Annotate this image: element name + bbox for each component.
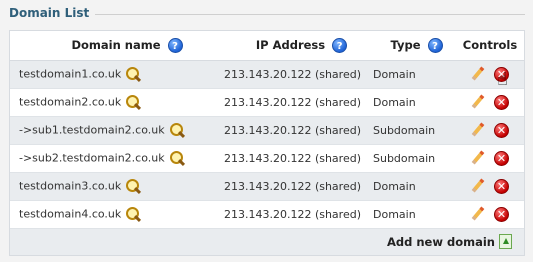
- domain-list-box: Domain name? IP Address? Type? Controls …: [9, 30, 525, 256]
- type-cell: Domain: [365, 172, 446, 201]
- controls-cell: ✕: [446, 116, 524, 145]
- column-label-controls: Controls: [462, 38, 518, 53]
- domain-name: testdomain3.co.uk: [19, 179, 122, 192]
- magnifier-icon[interactable]: [126, 94, 141, 110]
- delete-icon[interactable]: ✕: [494, 206, 509, 222]
- domain-table: Domain name? IP Address? Type? Controls …: [10, 31, 524, 229]
- edit-pencil-icon[interactable]: [470, 94, 486, 110]
- column-label-type: Type: [390, 37, 421, 52]
- controls-cell: ✕: [446, 88, 524, 117]
- column-header-type: Type?: [365, 31, 446, 61]
- delete-icon[interactable]: ✕: [494, 150, 509, 166]
- ip-cell: 213.143.20.122 (shared): [200, 200, 365, 229]
- help-icon[interactable]: ?: [167, 37, 183, 53]
- domain-name: ->sub1.testdomain2.co.uk: [19, 123, 165, 136]
- domain-cell: testdomain1.co.uk: [10, 60, 200, 89]
- domain-list-panel: Domain List Domain name? IP Address? Typ…: [0, 0, 533, 262]
- domain-cell: testdomain4.co.uk: [10, 200, 200, 229]
- table-row: testdomain4.co.uk 213.143.20.122 (shared…: [10, 200, 524, 229]
- table-row: ->sub1.testdomain2.co.uk 213.143.20.122 …: [10, 116, 524, 145]
- delete-icon[interactable]: ✕: [494, 94, 509, 110]
- magnifier-icon[interactable]: [126, 178, 141, 194]
- domain-cell: testdomain3.co.uk: [10, 172, 200, 201]
- type-cell: Domain: [365, 60, 446, 89]
- domain-name: testdomain4.co.uk: [19, 207, 122, 220]
- title-divider: [90, 14, 525, 15]
- controls-cell: ✕: [446, 172, 524, 201]
- table-row: ->sub2.testdomain2.co.uk 213.143.20.122 …: [10, 144, 524, 173]
- edit-pencil-icon[interactable]: [470, 66, 486, 82]
- controls-cell: ✕: [446, 60, 524, 89]
- ip-cell: 213.143.20.122 (shared): [200, 60, 365, 89]
- edit-pencil-icon[interactable]: [470, 150, 486, 166]
- magnifier-icon[interactable]: [169, 122, 185, 138]
- type-cell: Subdomain: [365, 116, 446, 145]
- edit-pencil-icon[interactable]: [470, 122, 486, 138]
- add-domain-label[interactable]: Add new domain: [387, 235, 495, 249]
- column-header-domain: Domain name?: [10, 31, 200, 61]
- column-label-domain: Domain name: [71, 37, 161, 52]
- panel-title: Domain List: [9, 6, 96, 20]
- controls-cell: ✕: [446, 144, 524, 173]
- edit-pencil-icon[interactable]: [470, 206, 486, 222]
- domain-name: ->sub2.testdomain2.co.uk: [19, 151, 165, 164]
- table-row: testdomain2.co.uk 213.143.20.122 (shared…: [10, 88, 524, 117]
- add-domain-icon[interactable]: [499, 234, 512, 249]
- table-row: testdomain3.co.uk 213.143.20.122 (shared…: [10, 172, 524, 201]
- table-row: testdomain1.co.uk 213.143.20.122 (shared…: [10, 60, 524, 89]
- column-label-ip: IP Address: [255, 37, 326, 52]
- hand-cursor-icon: ☝: [497, 69, 508, 90]
- domain-name: testdomain1.co.uk: [19, 67, 122, 80]
- domain-cell: ->sub1.testdomain2.co.uk: [10, 116, 200, 145]
- help-icon[interactable]: ?: [427, 37, 443, 53]
- column-header-controls: Controls: [446, 31, 524, 61]
- delete-icon[interactable]: ✕: [494, 122, 509, 138]
- add-domain-link[interactable]: Add new domain: [387, 234, 512, 249]
- domain-cell: testdomain2.co.uk: [10, 88, 200, 117]
- edit-pencil-icon[interactable]: [470, 178, 486, 194]
- ip-cell: 213.143.20.122 (shared): [200, 88, 365, 117]
- delete-icon[interactable]: ✕: [494, 178, 509, 194]
- ip-cell: 213.143.20.122 (shared): [200, 172, 365, 201]
- magnifier-icon[interactable]: [126, 66, 141, 82]
- type-cell: Domain: [365, 200, 446, 229]
- domain-name: testdomain2.co.uk: [19, 95, 122, 108]
- help-icon[interactable]: ?: [332, 37, 348, 53]
- domain-cell: ->sub2.testdomain2.co.uk: [10, 144, 200, 173]
- ip-cell: 213.143.20.122 (shared): [200, 116, 365, 145]
- table-header-row: Domain name? IP Address? Type? Controls: [10, 31, 524, 61]
- ip-cell: 213.143.20.122 (shared): [200, 144, 365, 173]
- column-header-ip: IP Address?: [200, 31, 365, 61]
- magnifier-icon[interactable]: [126, 206, 141, 222]
- magnifier-icon[interactable]: [169, 150, 185, 166]
- controls-cell: ✕: [446, 200, 524, 229]
- type-cell: Domain: [365, 88, 446, 117]
- type-cell: Subdomain: [365, 144, 446, 173]
